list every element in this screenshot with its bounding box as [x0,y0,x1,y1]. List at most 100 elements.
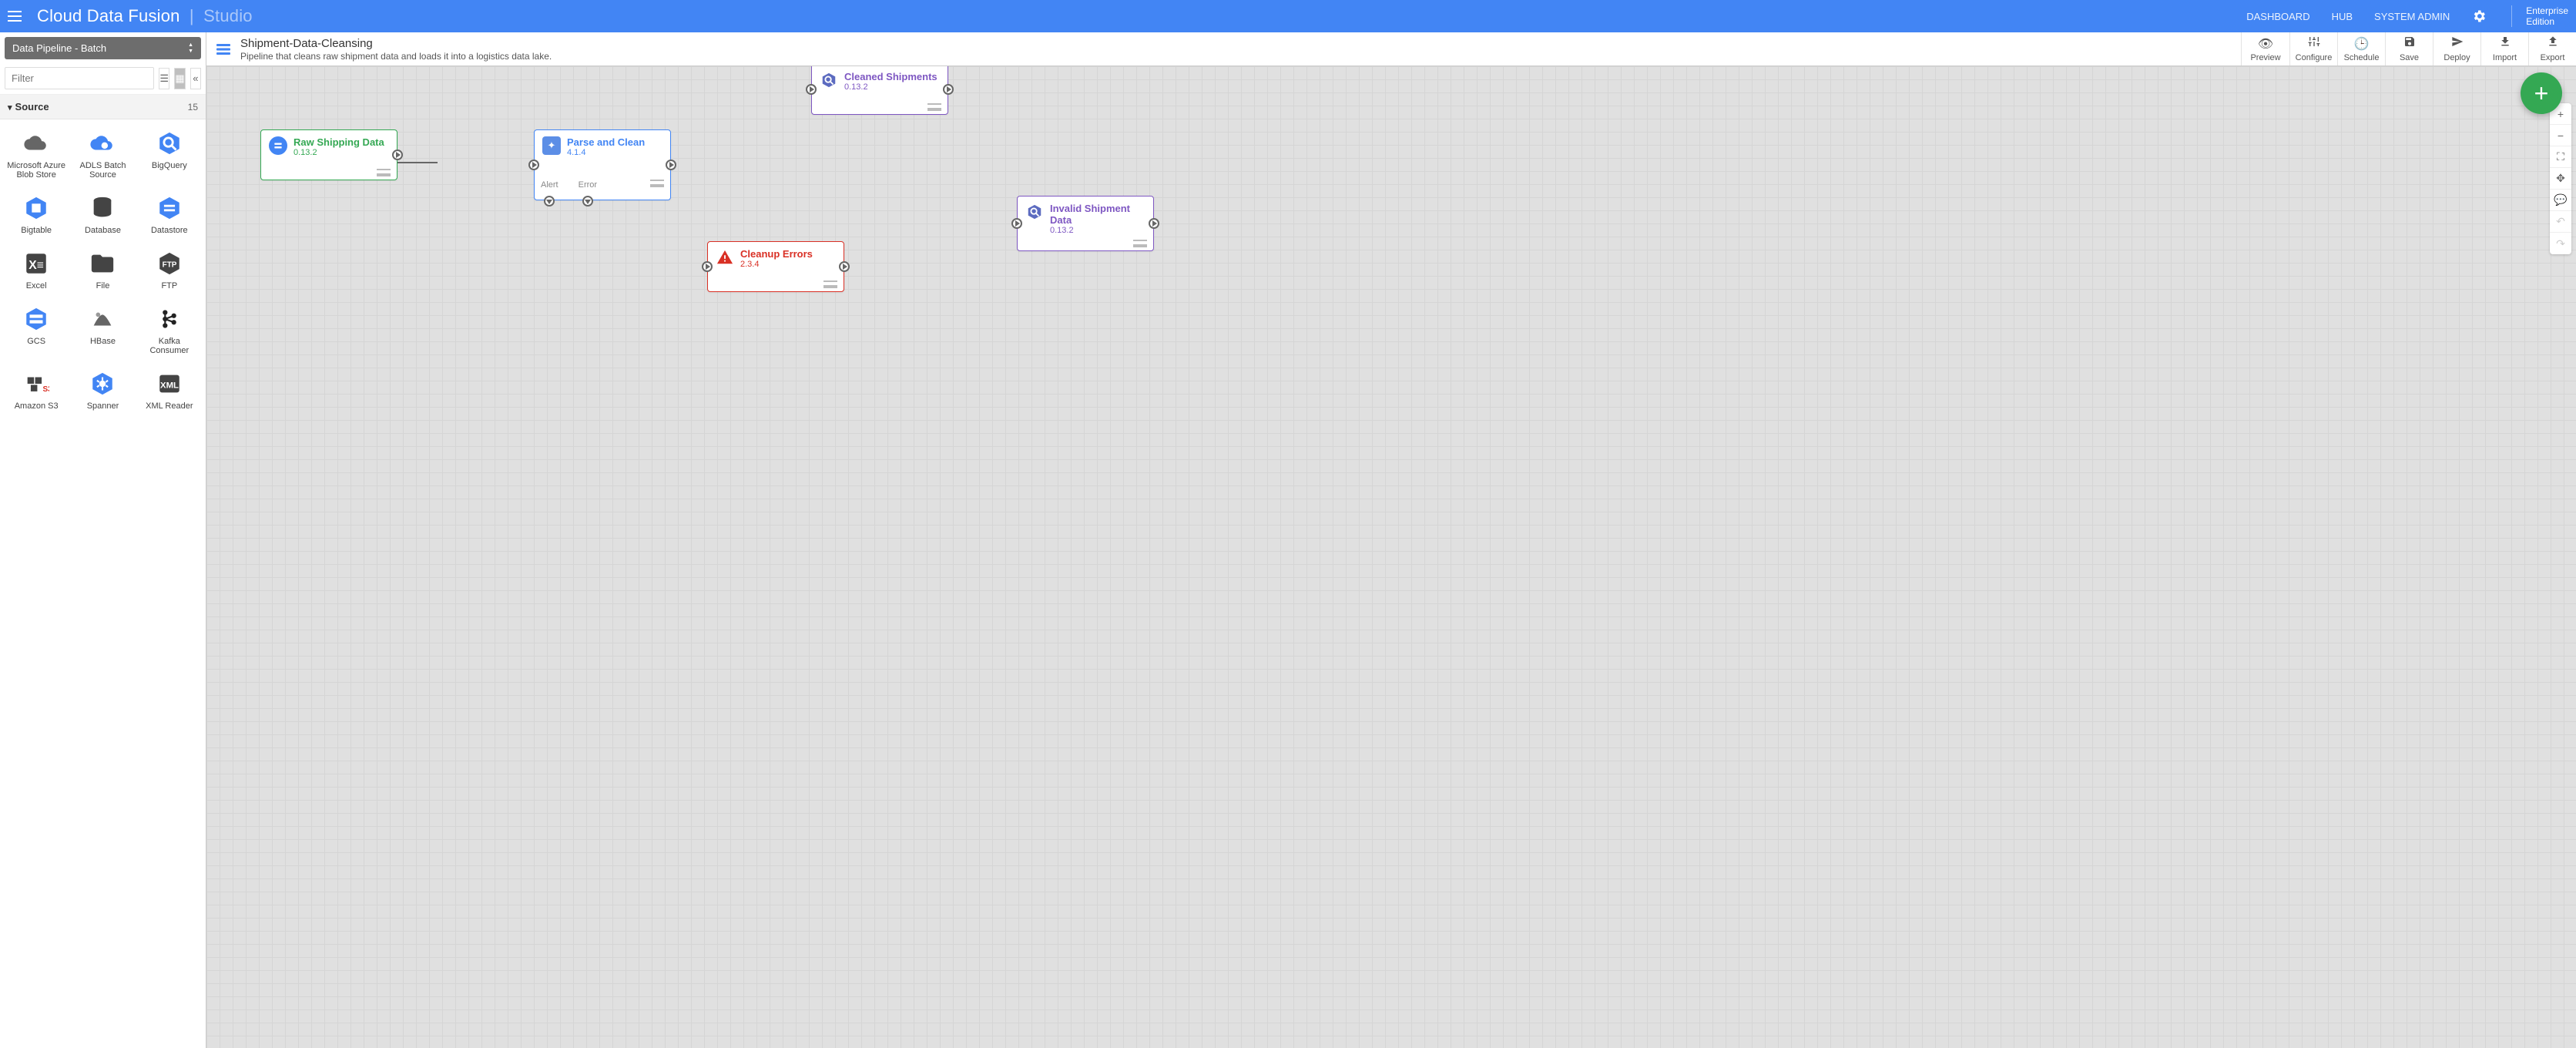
header-actions: 👁Preview Configure 🕒Schedule Save Deploy… [2241,32,2576,66]
node-cleanup-errors[interactable]: Cleanup Errors 2.3.4 [707,241,844,292]
plugin-spanner[interactable]: Spanner [71,368,134,414]
deploy-button[interactable]: Deploy [2433,32,2480,66]
plugin-palette: Microsoft Azure Blob Store ADLS Batch So… [0,119,206,1048]
plugin-file[interactable]: File [71,247,134,294]
pipeline-header: Shipment-Data-Cleansing Pipeline that cl… [206,32,2576,66]
fit-to-screen-button[interactable]: ⛶ [2550,146,2571,168]
gcs-icon [23,306,49,332]
plugin-excel[interactable]: X≡ Excel [5,247,68,294]
redo-button[interactable]: ↷ [2550,233,2571,254]
plugin-xml[interactable]: XML XML Reader [138,368,201,414]
save-icon [2403,35,2416,52]
canvas[interactable]: + − ⛶ ✥ 💬 ↶ ↷ [206,66,2576,1048]
port-out[interactable] [666,160,676,170]
hamburger-icon[interactable] [8,7,26,25]
plugin-label: GCS [27,337,45,346]
gcs-icon [269,136,287,155]
port-alert[interactable]: Alert [541,197,558,207]
zoom-out-button[interactable]: − [2550,125,2571,146]
node-invalid-shipment-data[interactable]: Invalid Shipment Data 0.13.2 [1017,196,1154,251]
bq-icon [156,130,183,156]
sliders-icon [2308,35,2320,52]
plugin-datastore[interactable]: Datastore [138,192,201,238]
collapse-panel-button[interactable]: « [190,68,201,89]
plugin-label: Bigtable [21,226,52,235]
plugin-bq[interactable]: BigQuery [138,127,201,183]
add-node-fab[interactable]: + [2521,72,2562,114]
node-cleaned-shipments[interactable]: Cleaned Shipments 0.13.2 [811,66,948,115]
align-button[interactable]: ✥ [2550,168,2571,190]
node-menu-icon[interactable] [1133,240,1147,247]
node-menu-icon[interactable] [823,280,837,288]
warning-icon [716,248,734,267]
port-error[interactable]: Error [579,197,597,207]
node-parse-and-clean[interactable]: ✦ Parse and Clean 4.1.4 Alert Error [534,129,671,200]
db-icon [89,195,116,221]
port-in[interactable] [702,261,713,272]
spanner-icon [89,371,116,397]
nav-dashboard[interactable]: DASHBOARD [2246,11,2309,22]
settings-gear-icon[interactable] [2471,8,2487,24]
nav-system-admin[interactable]: SYSTEM ADMIN [2374,11,2450,22]
port-out[interactable] [943,84,954,95]
file-icon [89,250,116,277]
pipeline-title[interactable]: Shipment-Data-Cleansing [240,37,552,50]
plugin-db[interactable]: Database [71,192,134,238]
node-menu-icon[interactable] [650,180,664,187]
plugin-label: Database [85,226,121,235]
port-out[interactable] [1149,218,1159,229]
export-button[interactable]: Export [2528,32,2576,66]
import-button[interactable]: Import [2480,32,2528,66]
port-in[interactable] [806,84,817,95]
bigquery-icon [1025,203,1044,221]
clock-icon: 🕒 [2354,36,2370,52]
kafka-icon [156,306,183,332]
plugin-label: ADLS Batch Source [72,161,132,180]
plugin-ftp[interactable]: FTP FTP [138,247,201,294]
plugin-label: Amazon S3 [15,401,59,411]
plugin-label: Microsoft Azure Blob Store [6,161,66,180]
top-bar: Cloud Data Fusion | Studio DASHBOARD HUB… [0,0,2576,32]
node-menu-icon[interactable] [927,103,941,111]
view-list-button[interactable]: ☰ [159,68,169,89]
plugin-kafka[interactable]: Kafka Consumer [138,303,201,358]
svg-text:FTP: FTP [162,260,176,269]
export-icon [2547,35,2559,52]
pipeline-description[interactable]: Pipeline that cleans raw shipment data a… [240,51,552,62]
port-out[interactable] [839,261,850,272]
node-raw-shipping-data[interactable]: Raw Shipping Data 0.13.2 [260,129,397,180]
configure-button[interactable]: Configure [2289,32,2337,66]
category-header-source[interactable]: Source 15 [0,95,206,119]
bigquery-icon [820,71,838,89]
plugin-bigtable[interactable]: Bigtable [5,192,68,238]
svg-text:S3: S3 [43,385,50,394]
undo-button[interactable]: ↶ [2550,211,2571,233]
bigtable-icon [23,195,49,221]
s3-icon: S3 [23,371,49,397]
select-stepper-icon: ▲▼ [188,42,193,54]
port-in[interactable] [1011,218,1022,229]
eye-icon: 👁 [2258,36,2273,52]
plugin-hbase[interactable]: HBase [71,303,134,358]
port-out[interactable] [392,149,403,160]
save-button[interactable]: Save [2385,32,2433,66]
plugin-s3[interactable]: S3 Amazon S3 [5,368,68,414]
port-in[interactable] [528,160,539,170]
azure-icon [23,130,49,156]
plugin-adls[interactable]: ADLS Batch Source [71,127,134,183]
schedule-button[interactable]: 🕒Schedule [2337,32,2385,66]
left-panel: Data Pipeline - Batch ▲▼ ☰ ▦ « Source 15… [0,32,206,1048]
hbase-icon [89,306,116,332]
preview-button[interactable]: 👁Preview [2242,32,2289,66]
pipeline-type-select[interactable]: Data Pipeline - Batch ▲▼ [5,37,201,59]
view-grid-button[interactable]: ▦ [174,68,185,89]
filter-input[interactable] [5,67,154,89]
plugin-gcs[interactable]: GCS [5,303,68,358]
plugin-label: Excel [26,281,47,291]
comments-button[interactable]: 💬 [2550,190,2571,211]
adls-icon [89,130,116,156]
plugin-azure[interactable]: Microsoft Azure Blob Store [5,127,68,183]
wrangler-icon: ✦ [542,136,561,155]
nav-hub[interactable]: HUB [2332,11,2353,22]
node-menu-icon[interactable] [377,169,391,176]
